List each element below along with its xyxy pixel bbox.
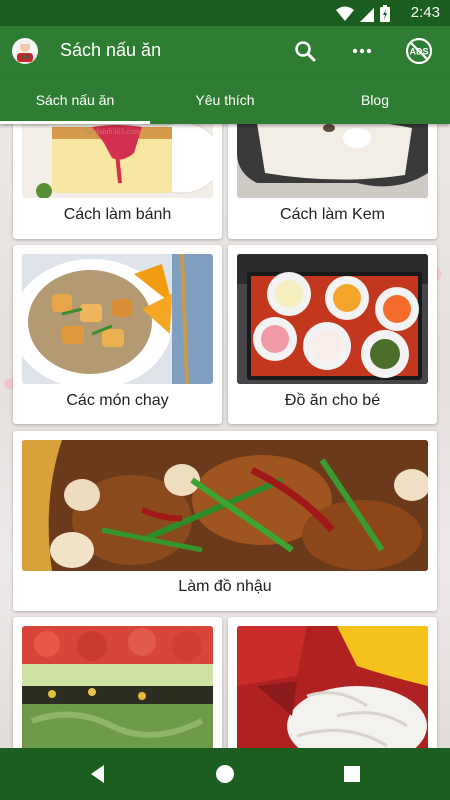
category-label: Đồ ăn cho bé: [284, 392, 381, 409]
recents-icon[interactable]: [340, 762, 364, 786]
home-icon[interactable]: [213, 762, 237, 786]
status-time: 2:43: [410, 4, 440, 21]
tab-bar: Sách nấu ăn Yêu thích Blog: [0, 76, 450, 124]
category-card-babyfood[interactable]: Đồ ăn cho bé: [228, 245, 437, 424]
wifi-icon: [336, 6, 354, 21]
system-nav-bar: [0, 748, 450, 800]
category-grid[interactable]: Cách làm bánh Cách làm Kem Các món chay …: [0, 124, 450, 748]
ads-label: ADS: [409, 47, 428, 57]
image-watermark: lambanh365.com: [85, 127, 141, 136]
category-label: Cách làm Kem: [280, 206, 385, 223]
category-label: Cách làm bánh: [63, 206, 172, 223]
tab-cookbook[interactable]: Sách nấu ăn: [0, 76, 150, 124]
vegetables-image: [237, 626, 428, 748]
category-label: Các món chay: [66, 392, 169, 409]
babyfood-image: [237, 254, 428, 384]
tab-blog[interactable]: Blog: [300, 76, 450, 124]
category-card-vegetables[interactable]: [228, 617, 437, 748]
remove-ads-icon[interactable]: ADS: [404, 36, 434, 66]
category-card-cakes[interactable]: Cách làm bánh: [13, 124, 222, 239]
app-bar: Sách nấu ăn ADS: [0, 26, 450, 76]
back-icon[interactable]: [86, 762, 110, 786]
vegetarian-dish-image: [22, 254, 213, 384]
salad-image: [22, 626, 213, 748]
status-icons: [336, 5, 390, 22]
drinking-food-image: [22, 440, 428, 571]
status-bar: 2:43: [0, 0, 450, 26]
category-card-icecream[interactable]: Cách làm Kem: [228, 124, 437, 239]
signal-icon: [360, 7, 374, 22]
category-card-vegetarian[interactable]: Các món chay: [13, 245, 222, 424]
battery-icon: [380, 5, 390, 22]
category-card-salad[interactable]: [13, 617, 222, 748]
search-icon[interactable]: [290, 36, 320, 66]
more-options-icon[interactable]: [347, 36, 377, 66]
app-title: Sách nấu ăn: [60, 40, 162, 60]
category-card-drinking-food[interactable]: Làm đồ nhậu: [13, 431, 437, 611]
category-label: Làm đồ nhậu: [178, 578, 272, 595]
app-logo[interactable]: [12, 38, 38, 64]
icecream-image: [237, 124, 428, 198]
tab-favorites[interactable]: Yêu thích: [150, 76, 300, 124]
